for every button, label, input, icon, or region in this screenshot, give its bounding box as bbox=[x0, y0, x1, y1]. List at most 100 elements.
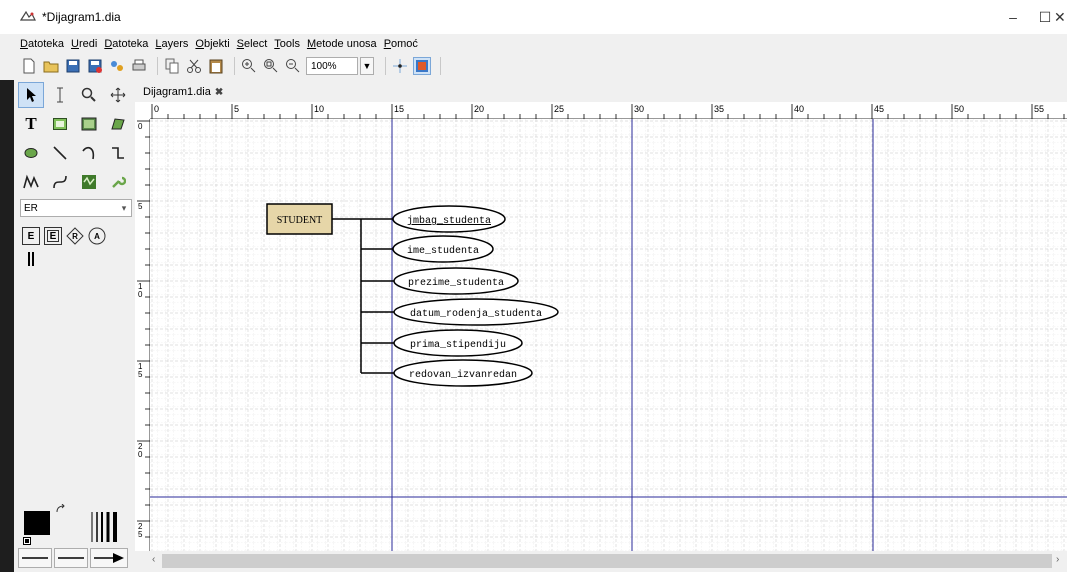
ruler-label: 5 bbox=[138, 202, 143, 211]
text-tool-icon[interactable]: T bbox=[18, 111, 44, 137]
er-participation-tool[interactable] bbox=[22, 250, 40, 268]
close-tab-icon[interactable]: ✖ bbox=[215, 87, 223, 98]
chevron-down-icon: ▾ bbox=[121, 202, 127, 213]
attribute-label: prezime_studenta bbox=[408, 277, 504, 289]
entity-student[interactable]: STUDENT bbox=[266, 203, 333, 235]
save-as-icon[interactable] bbox=[86, 57, 104, 75]
swap-colors-icon[interactable] bbox=[56, 503, 66, 514]
open-folder-icon[interactable] bbox=[42, 57, 60, 75]
diagram-canvas[interactable]: STUDENT jmbag_studenta ime_studenta prez… bbox=[150, 119, 1067, 551]
print-icon[interactable] bbox=[130, 57, 148, 75]
scroll-tool-icon[interactable] bbox=[105, 82, 131, 108]
horizontal-ruler: 0 5 10 15 20 25 30 35 40 45 50 55 bbox=[150, 102, 1067, 119]
scrollbar-thumb[interactable] bbox=[162, 554, 1052, 568]
scroll-right-icon[interactable]: › bbox=[1056, 554, 1059, 565]
toolbar-separator bbox=[440, 57, 441, 75]
bezier-line-tool-icon[interactable] bbox=[47, 169, 73, 195]
menu-uredi[interactable]: Uredi bbox=[71, 38, 97, 50]
foreground-color-swatch[interactable] bbox=[24, 511, 50, 535]
menu-pomoc[interactable]: Pomoć bbox=[384, 38, 418, 50]
horizontal-scrollbar[interactable]: ‹ › bbox=[150, 551, 1067, 572]
export-icon[interactable] bbox=[108, 57, 126, 75]
line-tool-icon[interactable] bbox=[47, 140, 73, 166]
end-arrow-selector[interactable] bbox=[90, 548, 128, 568]
arc-tool-icon[interactable] bbox=[76, 140, 102, 166]
er-attribute-tool[interactable]: A bbox=[88, 227, 106, 245]
menu-layers[interactable]: Layers bbox=[155, 38, 188, 50]
show-connection-points-icon[interactable] bbox=[413, 57, 431, 75]
attribute-label: datum_rodenja_studenta bbox=[410, 308, 542, 320]
dia-window: *Dijagram1.dia – ☐ ✕ Datoteka Uredi Dato… bbox=[0, 0, 1067, 572]
copy-icon[interactable] bbox=[163, 57, 181, 75]
snap-to-grid-icon[interactable] bbox=[391, 57, 409, 75]
polyline-tool-icon[interactable] bbox=[18, 169, 44, 195]
attribute-redovan-izvanredan[interactable]: redovan_izvanredan bbox=[393, 359, 533, 387]
er-attribute-tool-label: A bbox=[94, 232, 100, 241]
menu-bar: Datoteka Uredi Datoteka Layers Objekti S… bbox=[0, 34, 1067, 53]
text-edit-tool-icon[interactable] bbox=[47, 82, 73, 108]
wrench-tool-icon[interactable] bbox=[105, 169, 131, 195]
scroll-left-icon[interactable]: ‹ bbox=[152, 554, 155, 565]
attribute-jmbag-studenta[interactable]: jmbag_studenta bbox=[392, 205, 506, 233]
box-tool-icon[interactable] bbox=[47, 111, 73, 137]
window-title: *Dijagram1.dia bbox=[42, 10, 121, 24]
close-button[interactable]: ✕ bbox=[1054, 0, 1067, 34]
polygon-tool-icon[interactable] bbox=[105, 111, 131, 137]
ruler-corner bbox=[135, 102, 150, 119]
ruler-label: 45 bbox=[874, 104, 884, 114]
cut-icon[interactable] bbox=[185, 57, 203, 75]
ruler-label: 55 bbox=[1034, 104, 1044, 114]
ruler-label: 0 bbox=[138, 122, 143, 131]
line-style-selector[interactable] bbox=[54, 548, 88, 568]
toolbar-separator bbox=[234, 57, 235, 75]
sheet-selector[interactable]: ER ▾ bbox=[20, 199, 132, 217]
ruler-label: 0 bbox=[138, 290, 143, 299]
menu-select[interactable]: Select bbox=[237, 38, 268, 50]
attribute-ime-studenta[interactable]: ime_studenta bbox=[392, 235, 494, 263]
reset-colors-icon[interactable] bbox=[23, 537, 31, 545]
menu-objekti[interactable]: Objekti bbox=[195, 38, 229, 50]
zoom-out-icon[interactable] bbox=[284, 57, 302, 75]
attribute-prima-stipendiju[interactable]: prima_stipendiju bbox=[393, 329, 523, 357]
relationship-diamond-icon: R bbox=[66, 227, 84, 245]
menu-tools[interactable]: Tools bbox=[274, 38, 300, 50]
line-width-selector[interactable] bbox=[90, 510, 122, 544]
new-file-icon[interactable] bbox=[20, 57, 38, 75]
beziergon-tool-icon[interactable] bbox=[18, 140, 44, 166]
ruler-label: 0 bbox=[138, 450, 143, 459]
er-relationship-tool[interactable]: R bbox=[66, 227, 84, 245]
magnify-tool-icon[interactable] bbox=[76, 82, 102, 108]
ruler-label: 40 bbox=[794, 104, 804, 114]
zoom-in-icon[interactable] bbox=[240, 57, 258, 75]
tab-label: Dijagram1.dia bbox=[143, 86, 211, 98]
save-icon[interactable] bbox=[64, 57, 82, 75]
ruler-label: 20 bbox=[474, 104, 484, 114]
er-entity-tool[interactable]: E bbox=[22, 227, 40, 245]
attribute-prezime-studenta[interactable]: prezime_studenta bbox=[393, 267, 519, 295]
ruler-label: 5 bbox=[138, 530, 143, 539]
menu-metode-unosa[interactable]: Metode unosa bbox=[307, 38, 377, 50]
outline-tool-icon[interactable] bbox=[76, 169, 102, 195]
ruler-label: 10 bbox=[314, 104, 324, 114]
pointer-tool-icon[interactable] bbox=[18, 82, 44, 108]
attribute-datum-rodenja-studenta[interactable]: datum_rodenja_studenta bbox=[393, 298, 559, 326]
image-tool-icon[interactable] bbox=[76, 111, 102, 137]
zoom-fit-icon[interactable] bbox=[262, 57, 280, 75]
toolbar-separator bbox=[157, 57, 158, 75]
title-bar: *Dijagram1.dia – ☐ ✕ bbox=[0, 0, 1067, 34]
vertical-ruler: 0510152025 bbox=[135, 119, 150, 554]
zoom-level-input[interactable]: 100% bbox=[306, 57, 358, 75]
attribute-label: ime_studenta bbox=[407, 245, 479, 257]
start-arrow-selector[interactable] bbox=[18, 548, 52, 568]
paste-icon[interactable] bbox=[207, 57, 225, 75]
attribute-ellipse-icon: A bbox=[88, 227, 106, 245]
ruler-label: 0 bbox=[154, 104, 159, 114]
menu-datoteka-2[interactable]: Datoteka bbox=[104, 38, 148, 50]
zigzag-line-tool-icon[interactable] bbox=[105, 140, 131, 166]
chevron-down-icon[interactable]: ▼ bbox=[360, 57, 374, 75]
diagram-tab-bar: Dijagram1.dia ✖ bbox=[137, 80, 1067, 102]
tab-dijagram1[interactable]: Dijagram1.dia ✖ bbox=[137, 82, 229, 102]
menu-datoteka[interactable]: Datoteka bbox=[20, 38, 64, 50]
attribute-label: jmbag_studenta bbox=[407, 215, 491, 227]
er-weak-entity-tool[interactable]: E bbox=[44, 227, 62, 245]
